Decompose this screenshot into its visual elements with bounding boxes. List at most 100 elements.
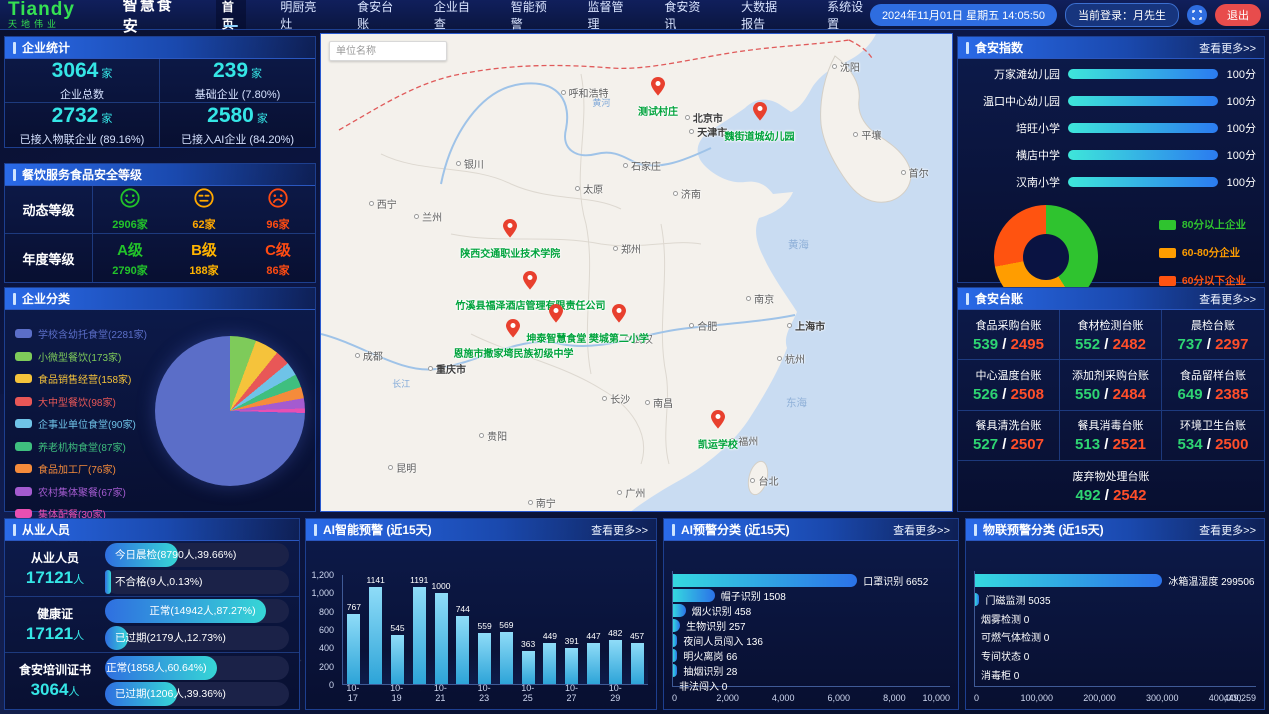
map-marker-pin[interactable] (711, 410, 725, 434)
map-city-合肥: 合肥 (689, 318, 717, 333)
index-label: 横店中学 (966, 147, 1060, 163)
bar-value: 449 (543, 631, 557, 641)
legend-item[interactable]: 学校含幼托食堂(2281家) (15, 326, 147, 341)
map-city-上海市: 上海市 (787, 318, 825, 333)
level-count: 62家 (192, 216, 215, 232)
menu-item-企业自查[interactable]: 企业自查 (428, 0, 477, 29)
index-row: 横店中学100分 (958, 143, 1264, 167)
staff-bar: 已过期(2179人,12.73%) (105, 626, 289, 650)
map-marker-label: 魏街道城幼儿园 (725, 128, 795, 143)
ledger-cell: 晨检台账737 / 2297 (1162, 310, 1264, 360)
china-map[interactable]: 沈阳呼和浩特北京市天津市平壤首尔银川石家庄太原济南西宁兰州郑州南京上海市合肥武汉… (320, 33, 953, 512)
legend-item[interactable]: 小微型餐饮(173家) (15, 349, 147, 364)
map-city-西宁: 西宁 (369, 196, 397, 211)
panel-ledger: 食安台账 查看更多>> 食品采购台账539 / 2495食材检测台账552 / … (957, 287, 1265, 512)
map-marker-pin[interactable] (651, 77, 665, 101)
legend-item[interactable]: 食品销售经营(158家) (15, 371, 147, 386)
donut-legend-swatch (1159, 220, 1176, 230)
city-dot (355, 353, 360, 358)
staff-name: 健康证 (37, 605, 73, 622)
view-more-link[interactable]: 查看更多>> (1199, 522, 1256, 538)
city-dot (602, 396, 607, 401)
ledger-done: 539 (973, 336, 998, 353)
bar (673, 649, 677, 662)
panel-title: 食安台账 (966, 290, 1023, 307)
menu-item-食安台账[interactable]: 食安台账 (351, 0, 400, 29)
y-tick-label: 1,200 (311, 570, 334, 580)
bar-row: 门磁监测 5035 (975, 592, 1256, 607)
ledger-done: 526 (973, 386, 998, 403)
stat-value: 2580家 (207, 104, 268, 128)
staff-bar: 今日晨检(8790人,39.66%) (105, 543, 289, 567)
map-marker-pin[interactable] (753, 102, 767, 126)
ledger-cell: 食品采购台账539 / 2495 (958, 310, 1060, 360)
search-input[interactable] (329, 41, 447, 61)
map-city-广州: 广州 (617, 485, 645, 500)
menu-item-首页[interactable]: 首页 (216, 0, 246, 29)
x-tick-label (451, 683, 473, 703)
menu-item-监督管理[interactable]: 监督管理 (582, 0, 631, 29)
city-label: 合肥 (697, 318, 717, 333)
menu-item-系统设置[interactable]: 系统设置 (821, 0, 870, 29)
bar-value: 1191 (410, 575, 428, 585)
bar-column: 447 (583, 575, 605, 684)
legend-label: 学校含幼托食堂(2281家) (38, 326, 147, 341)
map-marker-pin[interactable] (612, 304, 626, 328)
legend-item[interactable]: 食品加工厂(76家) (15, 461, 147, 476)
city-label: 天津市 (697, 124, 727, 139)
legend-item[interactable]: 养老机构食堂(87家) (15, 439, 147, 454)
ledger-label: 环境卫生台账 (1180, 417, 1246, 433)
map-marker-pin[interactable] (549, 304, 563, 328)
bar-value: 447 (586, 631, 600, 641)
map-marker-pin[interactable] (503, 219, 517, 243)
x-tick-label: 10-27 (561, 683, 583, 703)
y-tick-label: 1,000 (311, 588, 334, 598)
ledger-value: 513 / 2521 (1075, 436, 1146, 453)
panel-enterprise-stats: 企业统计 3064家企业总数239家基础企业 (7.80%)2732家已接入物联… (4, 36, 316, 148)
view-more-link[interactable]: 查看更多>> (591, 522, 648, 538)
staff-bar-label: 已过期(1206人,39.36%) (115, 682, 226, 706)
fullscreen-button[interactable] (1187, 5, 1207, 25)
city-dot (528, 500, 533, 505)
bar-value: 744 (456, 604, 470, 614)
index-score: 100分 (1218, 93, 1256, 109)
ledger-done: 534 (1178, 436, 1203, 453)
map-marker-label: 凯运学校 (698, 436, 738, 451)
river-label: 黄河 (592, 96, 610, 109)
view-more-link[interactable]: 查看更多>> (1199, 40, 1256, 56)
bar-row: 烟雾检测 0 (975, 611, 1256, 626)
map-city-兰州: 兰州 (414, 209, 442, 224)
menu-item-明厨亮灶[interactable]: 明厨亮灶 (274, 0, 323, 29)
bar-row: 明火离岗 66 (673, 648, 950, 663)
y-tick-label: 400 (319, 643, 334, 653)
legend-label: 食品加工厂(76家) (38, 461, 116, 476)
menu-item-智能预警[interactable]: 智能预警 (505, 0, 554, 29)
bar (456, 616, 469, 684)
city-dot (832, 64, 837, 69)
legend-item[interactable]: 大中型餐饮(98家) (15, 394, 147, 409)
donut-hole (1023, 234, 1069, 280)
panel-title: 企业分类 (13, 290, 70, 307)
city-label: 沈阳 (840, 59, 860, 74)
menu-item-食安资讯[interactable]: 食安资讯 (658, 0, 707, 29)
map-city-北京市: 北京市 (685, 110, 723, 125)
index-bar (1068, 177, 1218, 187)
bar-column: 391 (561, 575, 583, 684)
x-tick-label: 10-23 (473, 683, 495, 703)
legend-item[interactable]: 农村集体聚餐(67家) (15, 484, 147, 499)
x-tick-label: 10-21 (429, 683, 451, 703)
bar-label: 生物识别 257 (686, 618, 745, 633)
menu-item-大数据报告[interactable]: 大数据报告 (735, 0, 793, 29)
panel-title: 食安指数 (966, 39, 1023, 56)
ledger-total: 2521 (1113, 436, 1146, 453)
map-marker-pin[interactable] (523, 271, 537, 295)
map-marker-pin[interactable] (506, 319, 520, 343)
logout-button[interactable]: 退出 (1215, 4, 1261, 26)
donut-legend: 80分以上企业60-80分企业60分以下企业 (1159, 217, 1246, 288)
legend-item[interactable]: 企事业单位食堂(90家) (15, 416, 147, 431)
legend-swatch (15, 464, 32, 473)
view-more-link[interactable]: 查看更多>> (1199, 291, 1256, 307)
staff-group: 从业人员17121人今日晨检(8790人,39.66%)不合格(9人,0.13%… (5, 541, 299, 597)
ledger-total: 2507 (1011, 436, 1044, 453)
view-more-link[interactable]: 查看更多>> (893, 522, 950, 538)
